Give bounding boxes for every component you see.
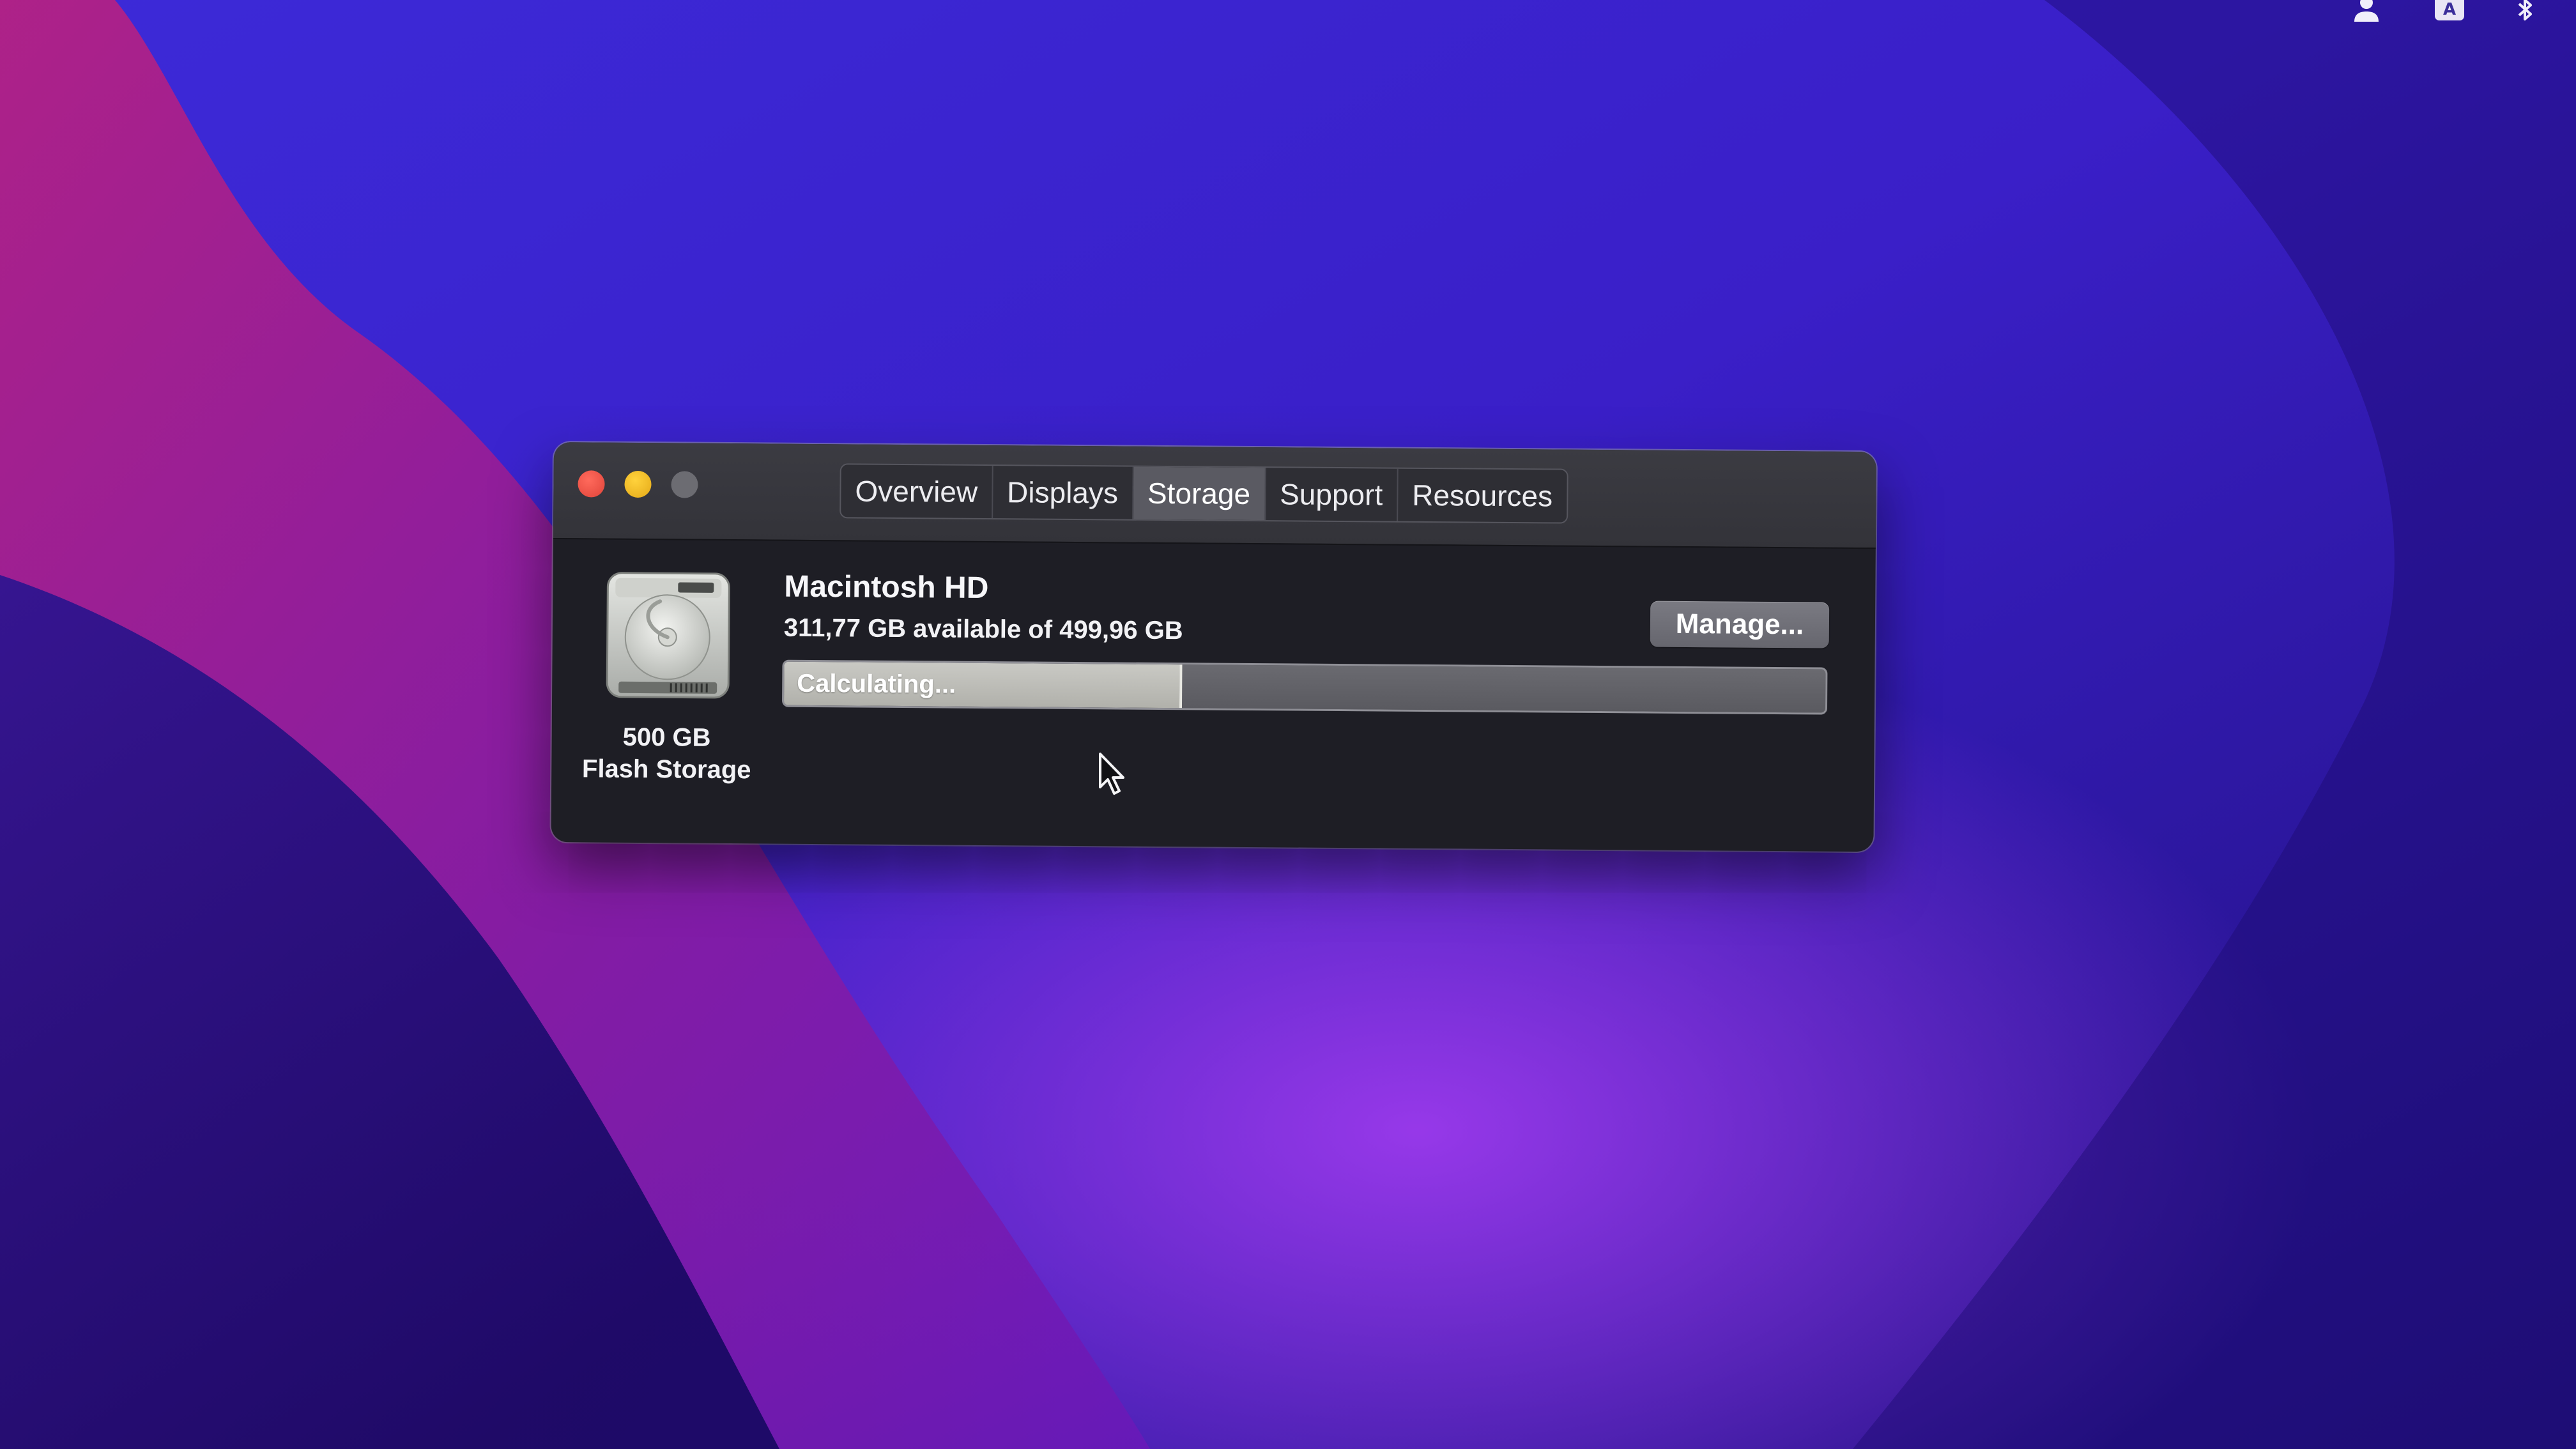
volume-available: 311,77 GB available of 499,96 GB (783, 613, 1183, 645)
storage-status-label: Calculating... (797, 669, 956, 699)
disk-type: Flash Storage (581, 755, 751, 785)
minimize-button[interactable] (624, 470, 652, 498)
disk-capacity: 500 GB (622, 723, 711, 752)
title-bar: Overview Displays Storage Support Resour… (553, 442, 1876, 549)
tab-displays[interactable]: Displays (992, 466, 1134, 519)
hard-drive-icon (606, 572, 730, 699)
disk-caption: 500 GB Flash Storage (571, 721, 763, 786)
volume-name: Macintosh HD (784, 569, 989, 605)
manage-button[interactable]: Manage... (1650, 601, 1830, 648)
menu-bar: A (0, 0, 2576, 28)
tab-bar: Overview Displays Storage Support Resour… (839, 463, 1568, 524)
bluetooth-icon[interactable] (2507, 0, 2543, 26)
tab-resources[interactable]: Resources (1398, 469, 1567, 523)
tab-support[interactable]: Support (1265, 468, 1399, 521)
user-icon[interactable] (2349, 0, 2384, 26)
tab-storage[interactable]: Storage (1133, 466, 1266, 521)
storage-pane: 500 GB Flash Storage Macintosh HD 311,77… (551, 539, 1875, 852)
zoom-button[interactable] (671, 471, 698, 498)
mouse-cursor-icon (1099, 753, 1124, 795)
storage-usage-bar: Calculating... (781, 659, 1828, 715)
about-this-mac-window: Overview Displays Storage Support Resour… (551, 442, 1876, 852)
close-button[interactable] (578, 470, 605, 498)
tab-overview[interactable]: Overview (841, 464, 993, 519)
input-source-icon[interactable]: A (2432, 0, 2467, 26)
input-source-letter: A (2435, 0, 2464, 20)
